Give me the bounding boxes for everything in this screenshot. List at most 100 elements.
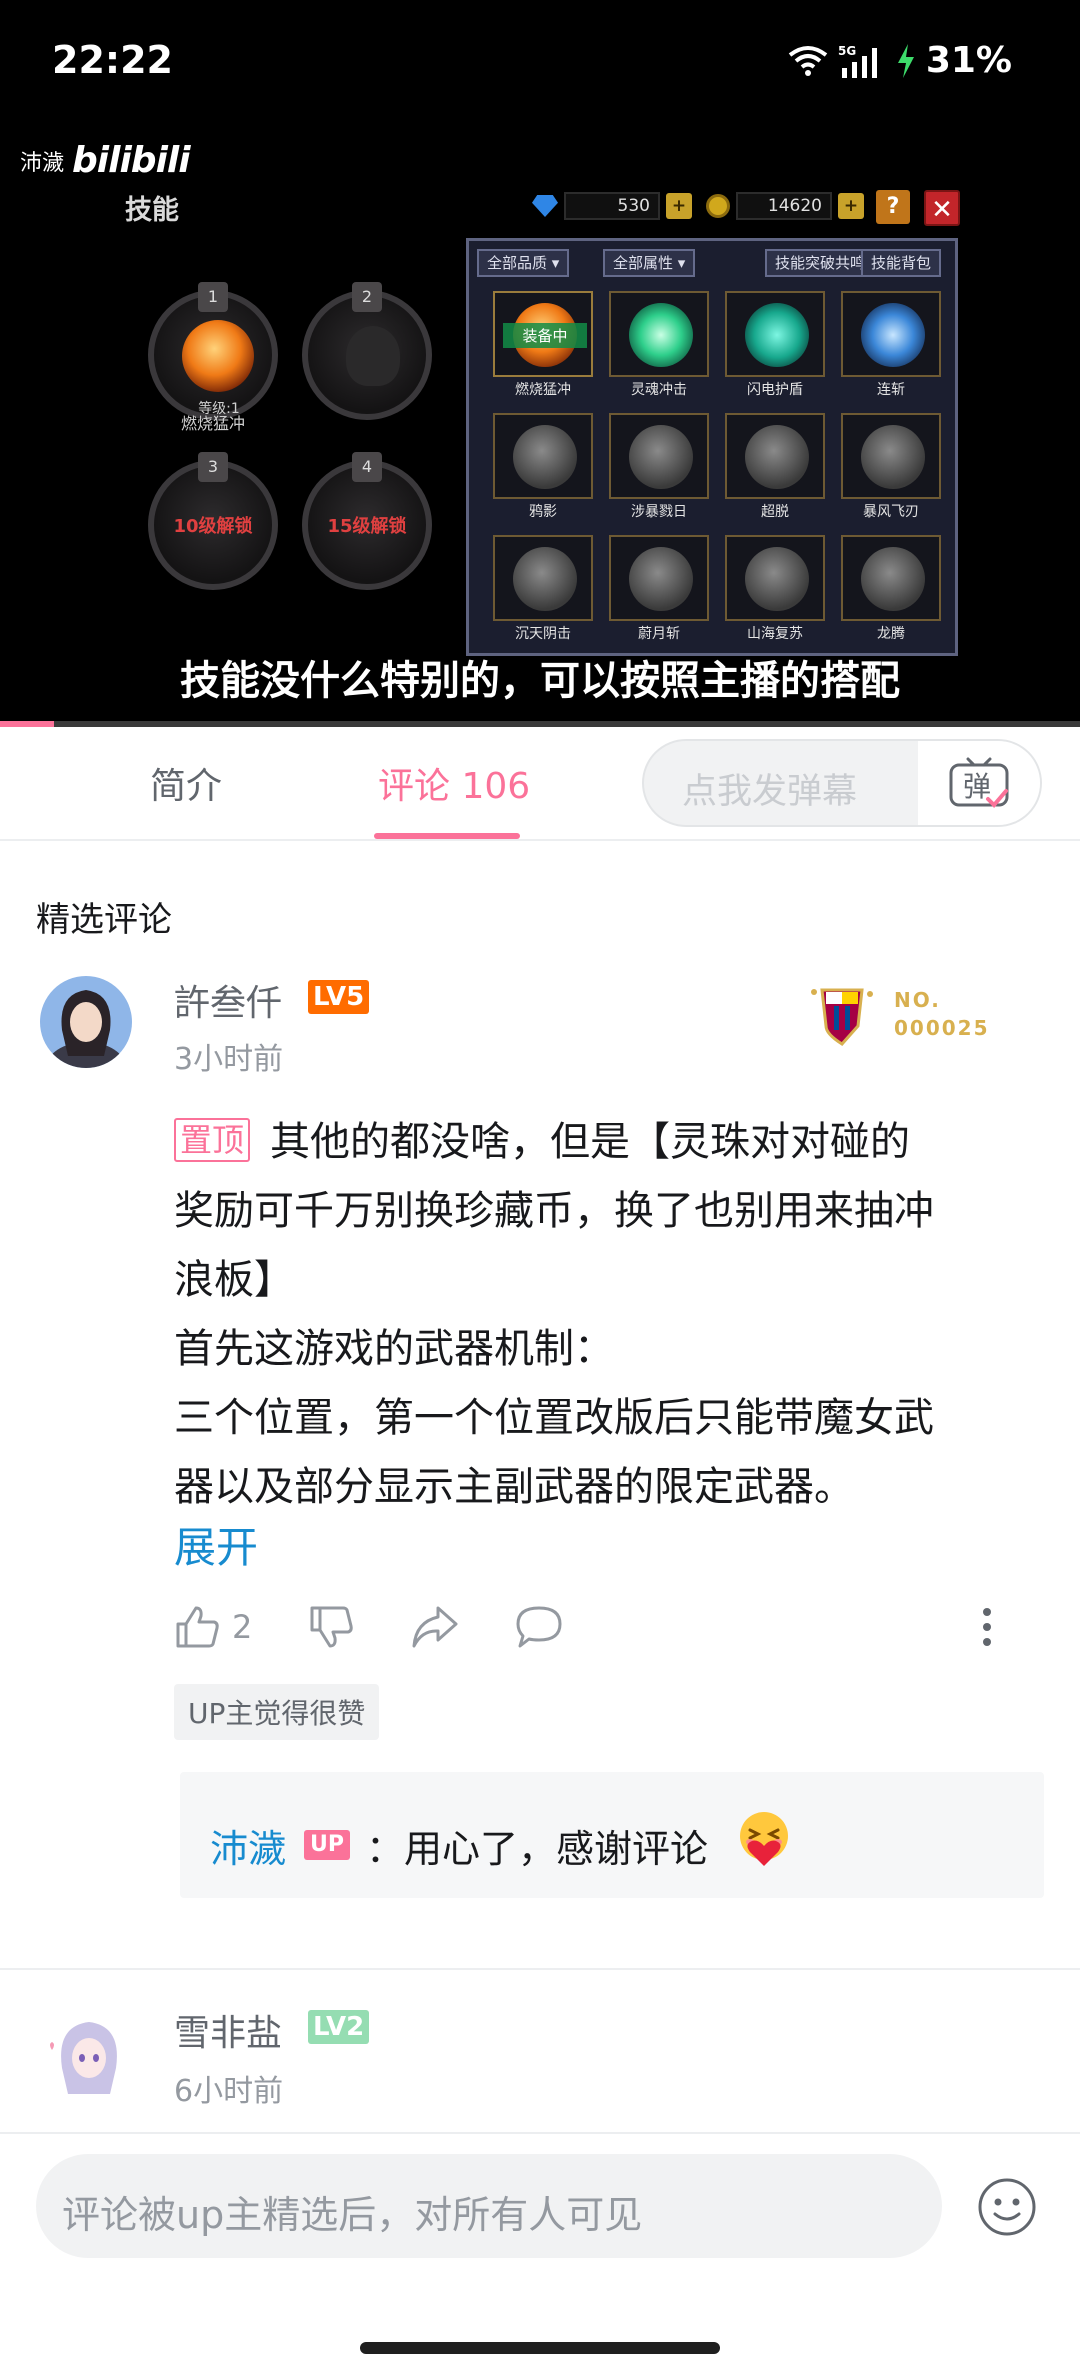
slot-number: 2 (352, 282, 382, 312)
dislike-button[interactable] (308, 1604, 354, 1650)
level-badge: LV2 (308, 2010, 370, 2044)
fan-badge[interactable]: NO. 000025 (808, 982, 990, 1046)
coin-amount: 14620 (736, 192, 832, 220)
skill-cell: 暴风飞刃 (841, 413, 941, 521)
skill-icon (861, 547, 925, 611)
comment-content[interactable]: 置顶 其他的都没啥，但是【灵珠对对碰的 奖励可千万别换珍藏币，换了也别用来抽冲 浪… (174, 1108, 1044, 1522)
tab-intro[interactable]: 简介 (150, 757, 222, 809)
danmu-input[interactable]: 点我发弹幕 弹 (642, 739, 1042, 827)
comment-line: 首先这游戏的武器机制： (174, 1326, 614, 1372)
video-subtitle: 技能没什么特别的，可以按照主播的搭配 (180, 658, 900, 704)
team-crest-icon (811, 988, 873, 1046)
skill-cell: 鸦影 (493, 413, 593, 521)
reply-text: ：用心了，感谢评论 (366, 1827, 709, 1871)
tab-bar: 简介 评论 106 点我发弹幕 弹 (0, 727, 1080, 841)
comment-line: 三个位置，第一个位置改版后只能带魔女武 (174, 1395, 934, 1441)
tab-comments[interactable]: 评论 106 (378, 757, 530, 809)
home-indicator[interactable] (360, 2342, 720, 2354)
danmu-toggle-button[interactable]: 弹 (918, 741, 1040, 825)
comment-line: 浪板】 (174, 1257, 294, 1303)
up-reply-box[interactable]: 沛濊 UP ：用心了，感谢评论 (180, 1772, 1044, 1898)
attribute-filter: 全部属性 ▾ (603, 249, 696, 277)
featured-comments-title: 精选评论 (36, 900, 172, 940)
skill-name: 沉天阴击 (515, 626, 571, 642)
like-button[interactable]: 2 (174, 1604, 252, 1650)
comment-line: 奖励可千万别换珍藏币，换了也别用来抽冲 (174, 1188, 934, 1234)
skill-cell: 装备中 燃烧猛冲 (493, 291, 593, 399)
game-screen: 技能 1 等级:1 燃烧猛冲 2 3 10级解锁 4 15级解锁 530 + 1… (0, 170, 1080, 670)
reply-button[interactable] (514, 1604, 564, 1650)
more-options-button[interactable] (980, 1604, 994, 1650)
expand-link[interactable]: 展开 (174, 1514, 258, 1575)
comment-input[interactable]: 评论被up主精选后，对所有人可见 (36, 2154, 942, 2258)
fan-badge-label: NO. (894, 988, 941, 1012)
comment-divider (0, 1968, 1080, 1970)
help-icon: ? (876, 190, 910, 224)
skill-slot-4: 4 15级解锁 (302, 452, 432, 590)
fan-badge-number: NO. 000025 (894, 986, 990, 1042)
charging-icon (897, 43, 914, 78)
skill-cell: 山海复苏 (725, 535, 825, 643)
thumb-up-icon (176, 1606, 219, 1648)
slot-number: 1 (198, 282, 228, 312)
comment-username[interactable]: 雪非盐 (174, 2004, 282, 2056)
comment-line: 其他的都没啥，但是【灵珠对对碰的 (270, 1119, 911, 1165)
user-avatar-image (40, 976, 132, 1068)
skill-cell: 超脱 (725, 413, 825, 521)
status-icons: 5G 31% (788, 40, 1012, 81)
skill-icon (745, 303, 809, 367)
skill-inventory-panel: 全部品质 ▾ 全部属性 ▾ 技能突破共鸣 技能背包 装备中 燃烧猛冲 灵魂冲击 闪电护… (466, 238, 958, 656)
skill-name: 涉暴戮日 (631, 504, 687, 520)
skill-bag-button: 技能背包 (861, 249, 942, 277)
skill-name: 燃烧猛冲 (515, 382, 571, 398)
skill-grid: 装备中 燃烧猛冲 灵魂冲击 闪电护盾 连斩 鸦影 涉暴戮日 超脱 暴风飞刃 沉天阴击 蔚月斩 山海复苏… (493, 291, 941, 643)
skill-icon (861, 425, 925, 489)
skill-icon (629, 303, 693, 367)
skill-icon (745, 547, 809, 611)
game-title: 技能 (125, 195, 179, 226)
skill-cell: 连斩 (841, 291, 941, 399)
skill-cell: 灵魂冲击 (609, 291, 709, 399)
emoji-picker-icon[interactable] (976, 2176, 1038, 2238)
level-badge: LV5 (308, 980, 370, 1014)
slot-number: 4 (352, 452, 382, 482)
comment-time: 3小时前 (174, 1042, 284, 1077)
comment-username[interactable]: 許叁仟 (174, 974, 282, 1026)
tab-active-indicator (374, 833, 520, 839)
skill-name: 山海复苏 (747, 626, 803, 642)
gem-counter: 530 + (532, 192, 692, 220)
empty-flame-icon (346, 326, 400, 386)
skill-icon (513, 425, 577, 489)
avatar[interactable] (40, 976, 132, 1068)
danmu-placeholder: 点我发弹幕 (682, 772, 858, 812)
slot-unlock-level: 15级解锁 (327, 516, 407, 537)
like-count: 2 (232, 1608, 253, 1646)
skill-cell: 沉天阴击 (493, 535, 593, 643)
skill-icon (861, 303, 925, 367)
share-icon (412, 1606, 458, 1648)
skill-slot-3: 3 10级解锁 (148, 452, 278, 590)
close-icon: ✕ (924, 190, 960, 226)
wifi-icon (788, 45, 828, 76)
skill-frame (725, 535, 825, 621)
skill-cell: 龙腾 (841, 535, 941, 643)
share-button[interactable] (410, 1604, 460, 1650)
comment-input-placeholder: 评论被up主精选后，对所有人可见 (62, 2193, 643, 2237)
comment-time: 6小时前 (174, 2074, 284, 2109)
video-player[interactable]: 22:22 5G 31% 沛濊 bilibili 技能 1 等级:1 燃烧猛冲 … (0, 0, 1080, 727)
user-avatar-image (44, 2010, 134, 2100)
skill-frame (725, 291, 825, 377)
add-gems-icon: + (666, 193, 692, 219)
heart-hug-emoji-icon (740, 1812, 788, 1866)
skill-name: 蔚月斩 (638, 626, 680, 642)
skill-frame (841, 413, 941, 499)
breakthrough-button: 技能突破共鸣 (765, 249, 876, 277)
skill-name: 龙腾 (877, 626, 905, 642)
slot-number: 3 (198, 452, 228, 482)
gem-icon (532, 195, 558, 217)
comment-line: 器以及部分显示主副武器的限定武器。 (174, 1464, 854, 1510)
avatar[interactable] (44, 2010, 134, 2100)
up-badge: UP (304, 1830, 350, 1860)
signal-icon: 5G (838, 44, 877, 78)
reply-username[interactable]: 沛濊 (210, 1818, 286, 1873)
